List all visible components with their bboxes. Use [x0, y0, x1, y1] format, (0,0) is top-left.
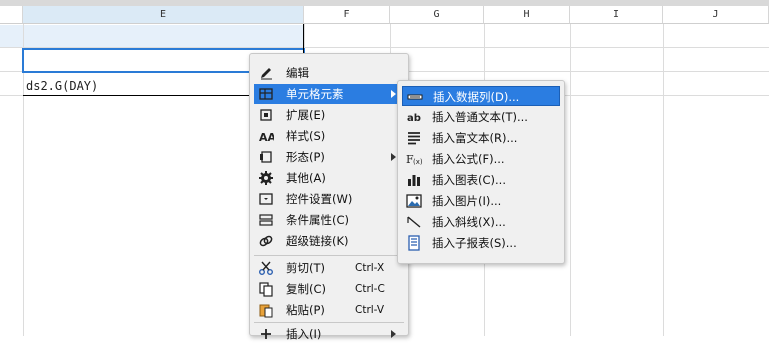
menu-item-cell-element[interactable]: 单元格元素 — [254, 84, 404, 104]
submenu-item-insert-chart[interactable]: 插入图表(C)... — [402, 170, 560, 190]
cell-element-icon — [259, 88, 273, 100]
condition-icon — [259, 214, 273, 226]
svg-text:ab: ab — [407, 113, 421, 124]
submenu-arrow-icon — [391, 330, 396, 338]
link-icon — [259, 235, 273, 247]
cell-element-submenu: 插入数据列(D)... ab 插入普通文本(T)... 插入富文本(R)... … — [397, 80, 565, 264]
menu-item-edit[interactable]: 编辑 — [254, 63, 404, 83]
column-header-left[interactable] — [0, 6, 23, 24]
svg-text:AA: AA — [259, 131, 274, 144]
menu-item-copy[interactable]: 复制(C) Ctrl-C — [254, 279, 404, 299]
menu-item-condition-attributes[interactable]: 条件属性(C) — [254, 210, 404, 230]
menu-separator — [254, 322, 404, 323]
column-divider — [663, 24, 664, 336]
formula-icon: F (x) — [406, 153, 422, 166]
submenu-item-insert-plain-text[interactable]: ab 插入普通文本(T)... — [402, 107, 560, 127]
column-header-i[interactable]: I — [570, 6, 663, 24]
cell-formula-text[interactable]: ds2.G(DAY) — [26, 79, 98, 93]
form-icon — [260, 151, 272, 163]
submenu-arrow-icon — [391, 153, 396, 161]
column-divider — [570, 24, 571, 336]
rich-text-icon — [408, 132, 420, 145]
style-icon: AA — [259, 131, 274, 144]
submenu-item-insert-slash[interactable]: 插入斜线(X)... — [402, 212, 560, 232]
selected-cell-e1[interactable] — [23, 25, 304, 47]
slash-icon — [407, 216, 421, 228]
menu-item-hyperlink[interactable]: 超级链接(K) — [254, 231, 404, 251]
column-header-j[interactable]: J — [663, 6, 769, 24]
pencil-icon — [261, 68, 272, 80]
menu-item-expand[interactable]: 扩展(E) — [254, 105, 404, 125]
submenu-item-insert-rich-text[interactable]: 插入富文本(R)... — [402, 128, 560, 148]
chart-icon — [408, 175, 420, 186]
scissors-icon — [259, 261, 273, 275]
data-column-icon — [407, 94, 423, 100]
menu-item-cut[interactable]: 剪切(T) Ctrl-X — [254, 258, 404, 278]
menu-item-style[interactable]: AA 样式(S) — [254, 126, 404, 146]
submenu-item-insert-subreport[interactable]: 插入子报表(S)... — [402, 233, 560, 253]
copy-icon — [259, 282, 273, 297]
plus-icon — [261, 329, 271, 339]
submenu-item-insert-image[interactable]: 插入图片(I)... — [402, 191, 560, 211]
text-ab-icon: ab — [407, 113, 421, 124]
column-header-f[interactable]: F — [304, 6, 390, 24]
menu-separator — [254, 255, 404, 256]
submenu-item-insert-formula[interactable]: F (x) 插入公式(F)... — [402, 149, 560, 169]
column-header-g[interactable]: G — [390, 6, 484, 24]
menu-item-paste[interactable]: 粘贴(P) Ctrl-V — [254, 300, 404, 320]
submenu-arrow-icon — [391, 90, 396, 98]
column-header-e[interactable]: E — [23, 6, 304, 24]
menu-item-insert[interactable]: 插入(I) — [254, 324, 404, 344]
paste-icon — [259, 304, 273, 318]
menu-item-other[interactable]: 其他(A) — [254, 168, 404, 188]
selected-cell-a1[interactable] — [0, 25, 23, 47]
subreport-icon — [408, 235, 420, 251]
gear-icon — [259, 171, 273, 185]
column-header-h[interactable]: H — [484, 6, 570, 24]
image-icon — [406, 194, 422, 208]
expand-icon — [260, 109, 272, 121]
svg-text:(x): (x) — [413, 158, 422, 166]
menu-item-form[interactable]: 形态(P) — [254, 147, 404, 167]
menu-item-widget-settings[interactable]: 控件设置(W) — [254, 189, 404, 209]
submenu-item-insert-data-column[interactable]: 插入数据列(D)... — [402, 86, 560, 106]
widget-icon — [259, 193, 273, 205]
context-menu: 编辑 单元格元素 扩展(E) AA 样式(S) 形态(P) 其他(A) 控件设置… — [249, 53, 409, 341]
